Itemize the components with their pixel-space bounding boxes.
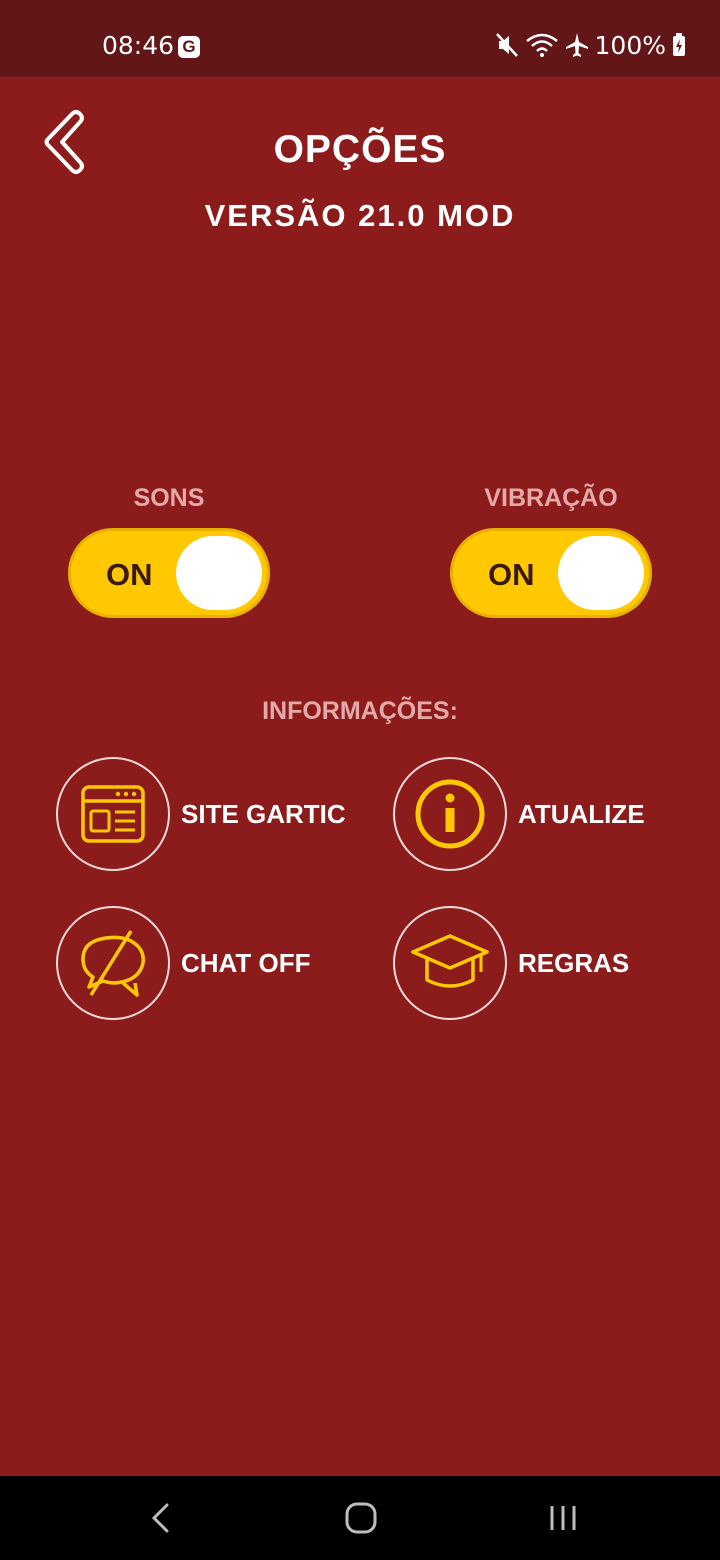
atualize-icon-circle [393,757,507,871]
nav-recents-button[interactable] [533,1490,593,1546]
regras-button[interactable]: REGRAS [393,906,629,1020]
nav-back-button[interactable] [130,1490,190,1546]
navigation-bar [0,1476,720,1560]
chat-off-button[interactable]: CHAT OFF [56,906,311,1020]
sons-toggle-knob [176,536,262,610]
google-notification-icon: G [178,36,200,58]
chat-off-icon [81,930,145,997]
regras-label: REGRAS [518,947,630,978]
browser-window-icon [81,785,145,843]
version-label: VERSÃO 21.0 MOD [204,198,516,233]
status-icons: 100% [495,30,686,60]
info-icon [415,779,485,849]
sons-toggle[interactable]: ON [68,528,270,618]
status-bar: 08:46 G 100% [0,0,720,77]
back-nav-icon [151,1503,169,1533]
site-gartic-label: SITE GARTIC [181,798,346,829]
battery-percentage: 100% [594,30,666,60]
vibracao-toggle[interactable]: ON [450,528,652,618]
atualize-label: ATUALIZE [518,798,645,829]
battery-charging-icon [673,33,685,56]
home-nav-icon [345,1502,377,1534]
info-section-title: INFORMAÇÕES: [262,697,458,725]
chat-off-icon-circle [56,906,170,1020]
sons-toggle-state: ON [106,557,153,592]
site-gartic-icon-circle [56,757,170,871]
site-gartic-button[interactable]: SITE GARTIC [56,757,346,871]
sons-label: SONS [133,484,205,512]
graduation-cap-icon [411,934,489,988]
nav-home-button[interactable] [331,1490,391,1546]
vibracao-toggle-state: ON [488,557,535,592]
atualize-button[interactable]: ATUALIZE [393,757,645,871]
airplane-icon [565,33,588,57]
vibracao-label: VIBRAÇÃO [484,484,618,512]
regras-icon-circle [393,906,507,1020]
mute-icon [495,33,518,57]
wifi-icon [525,33,558,57]
status-time: 08:46 [102,31,175,60]
recents-nav-icon [550,1506,576,1530]
page-title: OPÇÕES [273,128,447,171]
vibracao-toggle-knob [558,536,644,610]
chat-off-label: CHAT OFF [181,947,311,978]
